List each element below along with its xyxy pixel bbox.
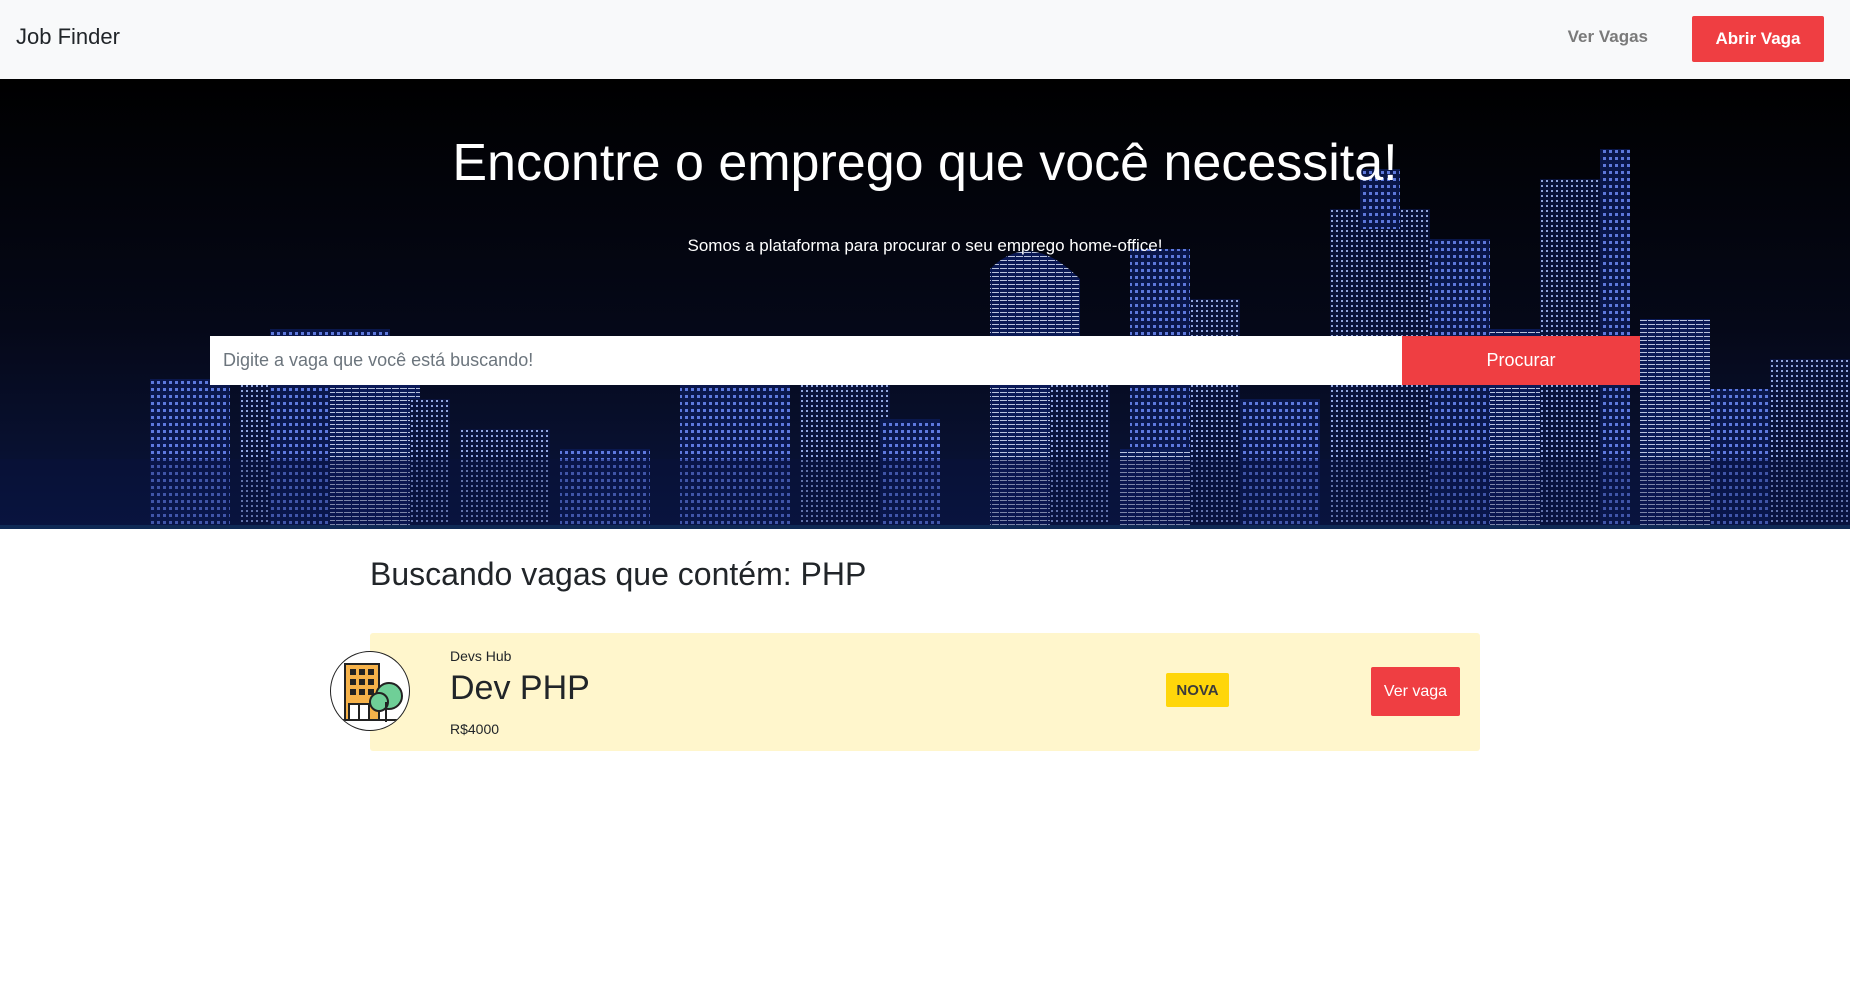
hero-title: Encontre o emprego que você necessita!: [452, 134, 1398, 192]
job-title: Dev PHP: [450, 669, 590, 707]
job-company: Devs Hub: [450, 648, 512, 664]
hero-subtitle: Somos a plataforma para procurar o seu e…: [687, 236, 1163, 255]
navbar: Job Finder Ver Vagas Abrir Vaga: [0, 0, 1850, 79]
job-search-input[interactable]: [210, 336, 1402, 385]
company-building-icon: [330, 651, 410, 731]
ver-vaga-button[interactable]: Ver vaga: [1371, 667, 1460, 716]
job-salary: R$4000: [450, 721, 500, 737]
abrir-vaga-button[interactable]: Abrir Vaga: [1692, 16, 1824, 62]
new-badge: NOVA: [1166, 673, 1229, 707]
ver-vagas-link[interactable]: Ver Vagas: [1568, 27, 1648, 47]
brand-logo[interactable]: Job Finder: [16, 24, 120, 50]
search-button[interactable]: Procurar: [1402, 336, 1640, 385]
hero-section: Encontre o emprego que você necessita! S…: [0, 79, 1850, 529]
results-heading: Buscando vagas que contém: PHP: [370, 556, 867, 592]
